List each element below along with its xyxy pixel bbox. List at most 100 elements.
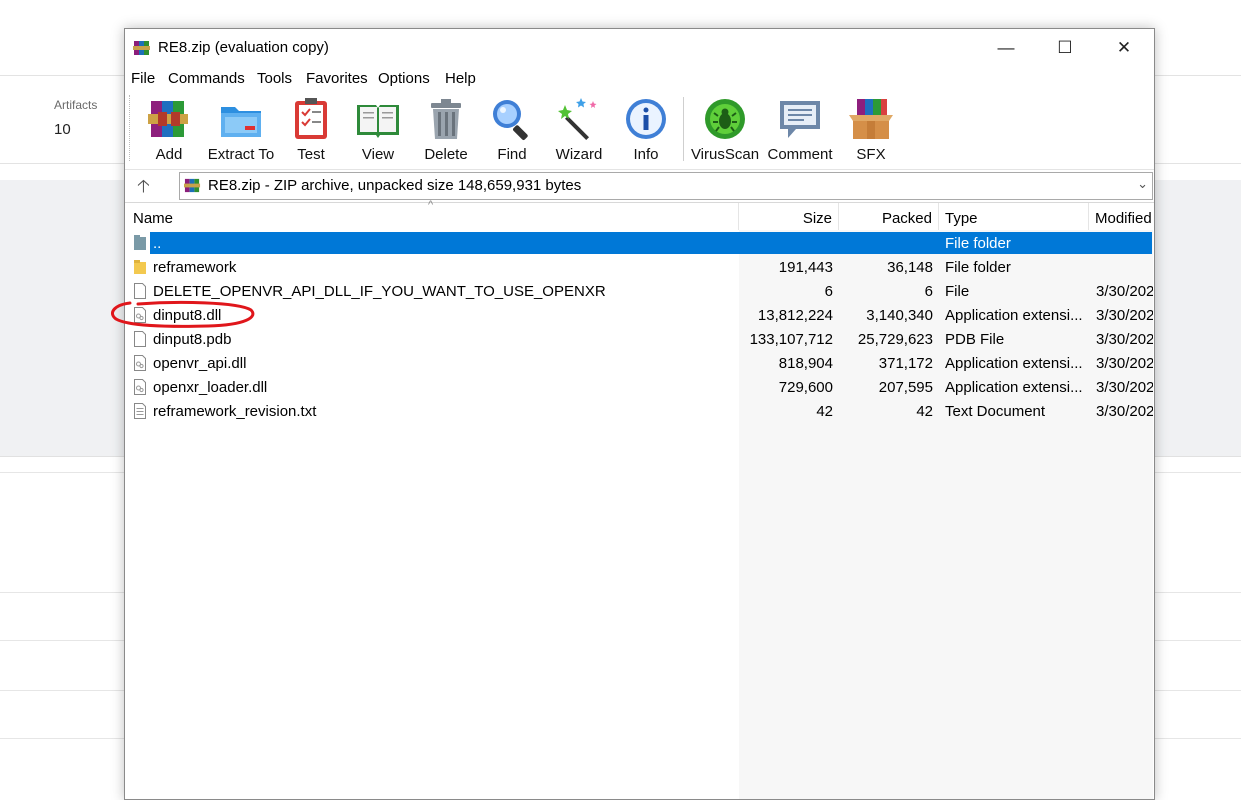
virusscan-label: VirusScan	[690, 146, 760, 163]
trash-can-icon	[431, 99, 461, 139]
menu-options[interactable]: Options	[378, 70, 430, 87]
comment-label: Comment	[767, 146, 833, 163]
open-book-icon	[357, 105, 399, 138]
file-name: reframework_revision.txt	[153, 403, 317, 420]
column-header-packed[interactable]: Packed	[839, 203, 939, 230]
title-bar[interactable]: RE8.zip (evaluation copy) — ☐ ✕	[125, 29, 1154, 67]
file-row[interactable]: .. File folder	[126, 231, 1153, 255]
address-bar: 🡡 RE8.zip - ZIP archive, unpacked size 1…	[125, 169, 1154, 203]
up-one-level-icon[interactable]: 🡡	[137, 174, 150, 204]
comment-button[interactable]: Comment	[767, 95, 833, 165]
winrar-window: RE8.zip (evaluation copy) — ☐ ✕ File Com…	[124, 28, 1155, 800]
file-type: File	[945, 283, 970, 300]
menu-help[interactable]: Help	[445, 70, 476, 87]
file-packed-size: 371,172	[878, 355, 933, 372]
file-modified: 3/30/202	[1096, 355, 1153, 372]
file-name: reframework	[153, 259, 237, 276]
file-packed-size: 207,595	[878, 379, 933, 396]
winrar-app-icon	[133, 41, 150, 55]
toolbar-grip[interactable]	[129, 95, 132, 161]
file-packed-size: 42	[916, 403, 933, 420]
file-row[interactable]: reframework 191,443 36,148 File folder	[126, 255, 1153, 279]
artifacts-label: Artifacts	[54, 98, 98, 112]
extract-to-button[interactable]: Extract To	[205, 95, 277, 165]
maximize-button[interactable]: ☐	[1036, 29, 1094, 67]
file-row[interactable]: openxr_loader.dll 729,600 207,595 Applicati…	[126, 375, 1153, 399]
file-modified: 3/30/202	[1096, 403, 1153, 420]
view-button[interactable]: View	[351, 95, 405, 165]
minimize-button[interactable]: —	[977, 29, 1035, 67]
info-label: Info	[633, 146, 659, 163]
file-modified: 3/30/202	[1096, 283, 1153, 300]
address-text: RE8.zip - ZIP archive, unpacked size 148…	[208, 177, 582, 194]
file-modified: 3/30/202	[1096, 307, 1153, 324]
file-packed-size: 3,140,340	[866, 307, 933, 324]
file-row[interactable]: DELETE_OPENVR_API_DLL_IF_YOU_WANT_TO_USE…	[126, 279, 1153, 303]
file-type: Application extensi...	[945, 307, 1083, 324]
sfx-label: SFX	[856, 146, 886, 163]
file-size: 729,600	[778, 379, 833, 396]
toolbar-separator	[683, 97, 684, 161]
file-name: openvr_api.dll	[153, 355, 247, 372]
delete-button[interactable]: Delete	[421, 95, 471, 165]
magnifier-icon	[493, 100, 528, 140]
file-type: Application extensi...	[945, 379, 1083, 396]
add-button[interactable]: Add	[143, 95, 195, 165]
artifacts-count: 10	[54, 121, 71, 138]
menu-favorites[interactable]: Favorites	[306, 70, 368, 87]
file-type: File folder	[945, 235, 1011, 252]
delete-label: Delete	[424, 146, 468, 163]
window-title: RE8.zip (evaluation copy)	[158, 39, 329, 56]
info-button[interactable]: Info	[621, 95, 671, 165]
file-name: openxr_loader.dll	[153, 379, 268, 396]
extract-to-label: Extract To	[207, 146, 275, 163]
address-combobox[interactable]: RE8.zip - ZIP archive, unpacked size 148…	[179, 172, 1153, 200]
file-row[interactable]: dinput8.dll 13,812,224 3,140,340 Applicatio…	[126, 303, 1153, 327]
winrar-books-icon	[148, 101, 188, 137]
chevron-down-icon[interactable]: ⌄	[1137, 176, 1148, 192]
magic-wand-icon	[558, 98, 597, 141]
add-label: Add	[155, 146, 183, 163]
column-header-modified[interactable]: Modified	[1089, 203, 1153, 230]
find-label: Find	[497, 146, 527, 163]
menu-bar: File Commands Tools Favorites Options He…	[125, 67, 1154, 91]
file-row[interactable]: dinput8.pdb 133,107,712 25,729,623 PDB File…	[126, 327, 1153, 351]
file-size: 133,107,712	[749, 331, 833, 348]
file-size: 191,443	[778, 259, 833, 276]
menu-file[interactable]: File	[131, 70, 155, 87]
file-modified: 3/30/202	[1096, 331, 1153, 348]
view-label: View	[361, 146, 395, 163]
test-label: Test	[297, 146, 325, 163]
file-packed-size: 25,729,623	[857, 331, 933, 348]
menu-commands[interactable]: Commands	[168, 70, 245, 87]
file-type: Text Document	[945, 403, 1046, 420]
test-button[interactable]: Test	[287, 95, 335, 165]
file-size: 13,812,224	[757, 307, 833, 324]
virusscan-button[interactable]: VirusScan	[691, 95, 759, 165]
folder-extract-icon	[221, 107, 261, 137]
file-type: Application extensi...	[945, 355, 1083, 372]
file-name: dinput8.pdb	[153, 331, 232, 348]
wizard-button[interactable]: Wizard	[553, 95, 605, 165]
file-modified: 3/30/202	[1096, 379, 1153, 396]
file-row[interactable]: openvr_api.dll 818,904 371,172 Application …	[126, 351, 1153, 375]
info-icon	[626, 99, 666, 139]
column-header-name[interactable]: Name	[126, 203, 739, 230]
close-button[interactable]: ✕	[1095, 29, 1153, 67]
archive-icon	[184, 178, 201, 193]
column-header-size[interactable]: Size	[739, 203, 839, 230]
wizard-label: Wizard	[555, 146, 603, 163]
file-packed-size: 36,148	[887, 259, 933, 276]
file-packed-size: 6	[924, 283, 933, 300]
box-books-icon	[849, 99, 893, 139]
file-size: 42	[816, 403, 833, 420]
find-button[interactable]: Find	[487, 95, 537, 165]
file-name: DELETE_OPENVR_API_DLL_IF_YOU_WANT_TO_USE…	[153, 283, 606, 300]
column-header-type[interactable]: Type	[939, 203, 1089, 230]
sfx-button[interactable]: SFX	[845, 95, 897, 165]
file-name: dinput8.dll	[153, 307, 222, 324]
file-size: 6	[824, 283, 833, 300]
menu-tools[interactable]: Tools	[257, 70, 292, 87]
bug-scan-icon	[705, 99, 745, 139]
file-row[interactable]: reframework_revision.txt 42 42 Text Documen…	[126, 399, 1153, 423]
